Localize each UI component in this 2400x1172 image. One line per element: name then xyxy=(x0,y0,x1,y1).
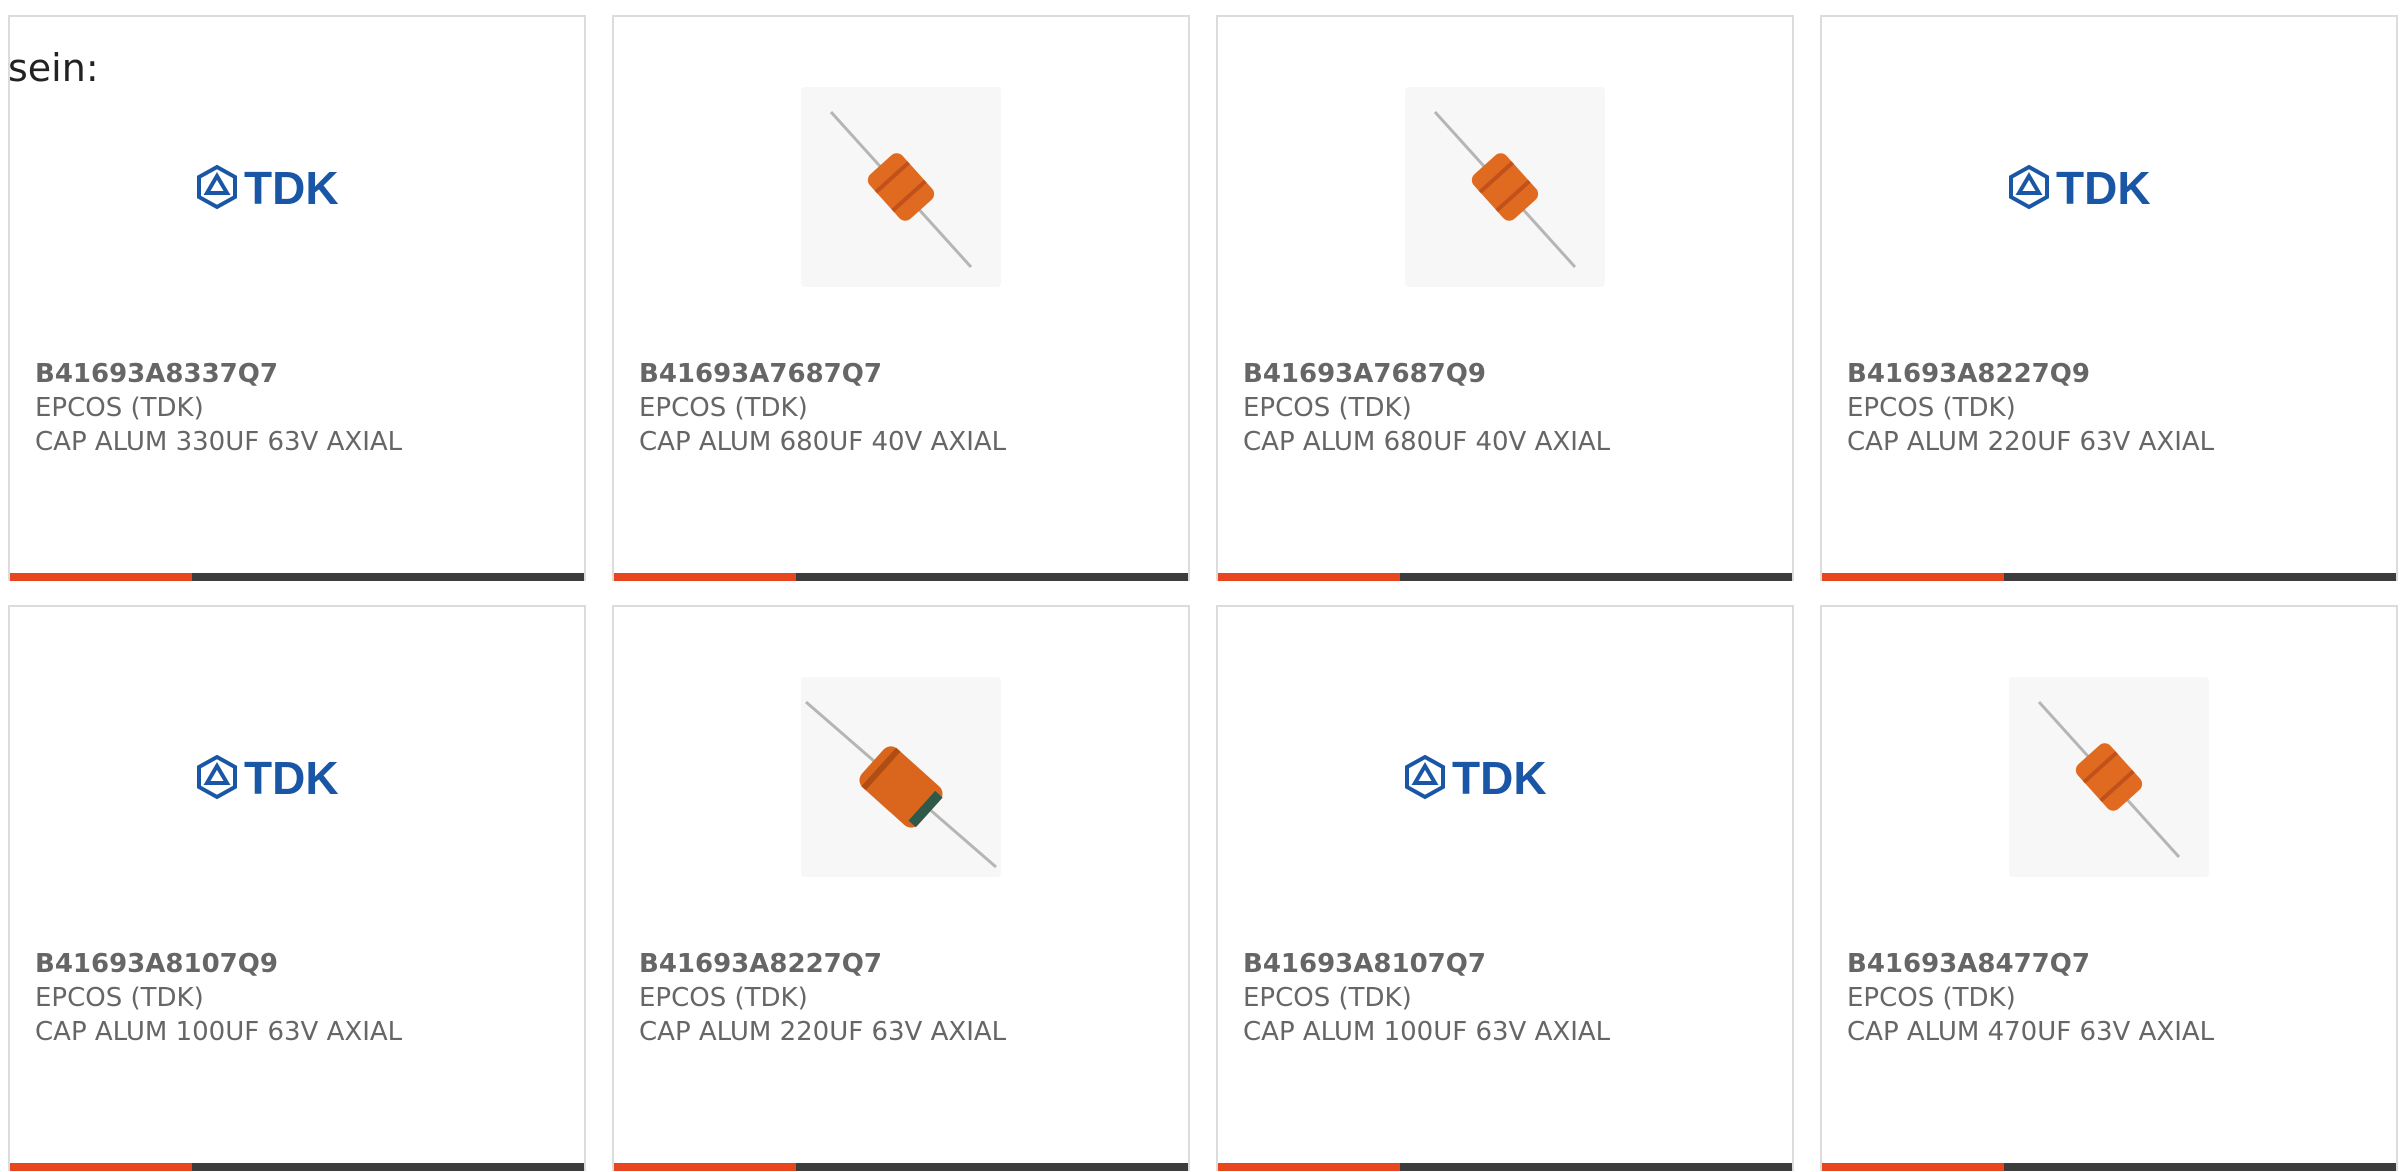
part-number[interactable]: B41693A8107Q9 xyxy=(35,947,402,981)
product-image: TDK xyxy=(10,87,584,287)
part-number[interactable]: B41693A8477Q7 xyxy=(1847,947,2214,981)
manufacturer: EPCOS (TDK) xyxy=(639,393,808,423)
description: CAP ALUM 680UF 40V AXIAL xyxy=(639,427,1007,457)
part-number[interactable]: B41693A8107Q7 xyxy=(1243,947,1610,981)
card-bar-accent xyxy=(10,573,192,581)
part-number[interactable]: B41693A8227Q9 xyxy=(1847,357,2214,391)
description: CAP ALUM 100UF 63V AXIAL xyxy=(35,1017,403,1047)
description: CAP ALUM 470UF 63V AXIAL xyxy=(1847,1017,2215,1047)
tdk-logo: TDK xyxy=(197,162,339,212)
description: CAP ALUM 680UF 40V AXIAL xyxy=(1243,427,1611,457)
product-card[interactable]: TDK B41693A8107Q9 EPCOS (TDK) CAP ALUM 1… xyxy=(8,605,586,1171)
logo-text: TDK xyxy=(2056,162,2151,212)
capacitor-photo xyxy=(801,87,1001,287)
product-card[interactable]: B41693A8477Q7 EPCOS (TDK) CAP ALUM 470UF… xyxy=(1820,605,2398,1171)
manufacturer: EPCOS (TDK) xyxy=(1243,983,1412,1013)
tdk-logo: TDK xyxy=(197,752,339,802)
product-card[interactable]: B41693A7687Q9 EPCOS (TDK) CAP ALUM 680UF… xyxy=(1216,15,1794,581)
manufacturer: EPCOS (TDK) xyxy=(639,983,808,1013)
part-number[interactable]: B41693A8227Q7 xyxy=(639,947,1006,981)
manufacturer: EPCOS (TDK) xyxy=(35,983,204,1013)
card-bar-accent xyxy=(1218,1163,1400,1171)
card-bar-accent xyxy=(614,1163,796,1171)
product-image: TDK xyxy=(1218,677,1792,877)
product-image xyxy=(614,677,1188,877)
card-bar-accent xyxy=(1218,573,1400,581)
product-grid: TDK B41693A8337Q7 EPCOS (TDK) CAP ALUM 3… xyxy=(8,15,2398,1171)
capacitor-photo xyxy=(2009,677,2209,877)
manufacturer: EPCOS (TDK) xyxy=(1847,393,2016,423)
manufacturer: EPCOS (TDK) xyxy=(1243,393,1412,423)
description: CAP ALUM 220UF 63V AXIAL xyxy=(639,1017,1007,1047)
part-number[interactable]: B41693A7687Q7 xyxy=(639,357,1006,391)
product-image: TDK xyxy=(10,677,584,877)
product-image xyxy=(614,87,1188,287)
product-card[interactable]: B41693A8227Q7 EPCOS (TDK) CAP ALUM 220UF… xyxy=(612,605,1190,1171)
tdk-logo: TDK xyxy=(2009,162,2151,212)
product-card[interactable]: TDK B41693A8107Q7 EPCOS (TDK) CAP ALUM 1… xyxy=(1216,605,1794,1171)
product-card[interactable]: B41693A7687Q7 EPCOS (TDK) CAP ALUM 680UF… xyxy=(612,15,1190,581)
part-number[interactable]: B41693A7687Q9 xyxy=(1243,357,1610,391)
description: CAP ALUM 220UF 63V AXIAL xyxy=(1847,427,2215,457)
manufacturer: EPCOS (TDK) xyxy=(1847,983,2016,1013)
part-number[interactable]: B41693A8337Q7 xyxy=(35,357,402,391)
logo-text: TDK xyxy=(244,162,339,212)
logo-text: TDK xyxy=(1452,752,1547,802)
capacitor-photo xyxy=(1405,87,1605,287)
product-image xyxy=(1822,677,2396,877)
product-card[interactable]: TDK B41693A8227Q9 EPCOS (TDK) CAP ALUM 2… xyxy=(1820,15,2398,581)
product-card[interactable]: TDK B41693A8337Q7 EPCOS (TDK) CAP ALUM 3… xyxy=(8,15,586,581)
description: CAP ALUM 100UF 63V AXIAL xyxy=(1243,1017,1611,1047)
logo-text: TDK xyxy=(244,752,339,802)
capacitor-photo xyxy=(801,677,1001,877)
tdk-logo: TDK xyxy=(1405,752,1547,802)
card-bar-accent xyxy=(1822,573,2004,581)
card-bar-accent xyxy=(10,1163,192,1171)
product-image xyxy=(1218,87,1792,287)
manufacturer: EPCOS (TDK) xyxy=(35,393,204,423)
product-image: TDK xyxy=(1822,87,2396,287)
description: CAP ALUM 330UF 63V AXIAL xyxy=(35,427,403,457)
card-bar-accent xyxy=(1822,1163,2004,1171)
intro-text: sein: xyxy=(8,46,99,90)
card-bar-accent xyxy=(614,573,796,581)
